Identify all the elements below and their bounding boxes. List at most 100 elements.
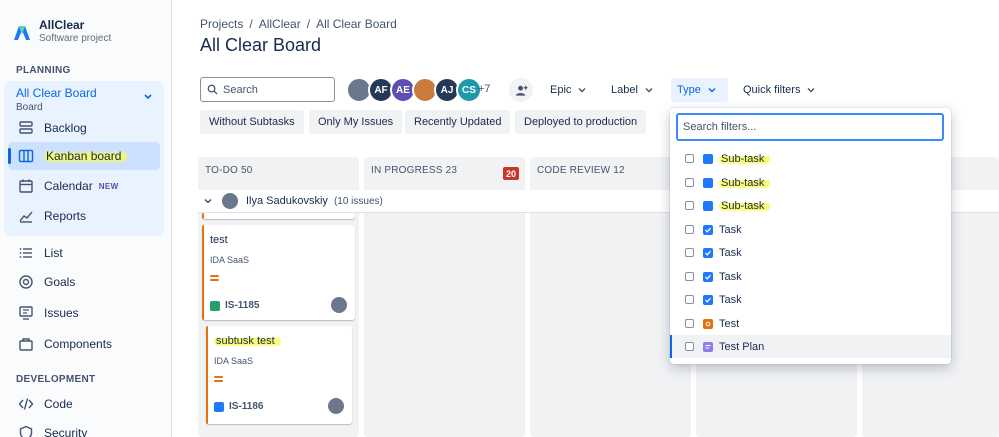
add-people-button[interactable]: [509, 78, 533, 102]
chevron-down-icon[interactable]: [143, 92, 153, 102]
checkbox[interactable]: [685, 178, 694, 187]
type-option-subtask[interactable]: Sub-task: [670, 147, 951, 170]
quick-filter-only-my-issues[interactable]: Only My Issues: [309, 110, 403, 134]
task-icon: [703, 247, 713, 258]
project-header[interactable]: AllClear Software project: [12, 18, 111, 44]
card-epic: IDA SaaS: [214, 356, 254, 366]
task-icon: [703, 271, 713, 282]
subtask-icon: [703, 153, 713, 164]
type-option-task[interactable]: Task: [670, 241, 951, 264]
issue-card[interactable]: test IDA SaaS IS-1185: [202, 225, 355, 320]
filter-search-input[interactable]: [676, 113, 944, 141]
search-icon: [207, 84, 218, 95]
sidebar-item-backlog[interactable]: Backlog: [8, 114, 160, 142]
project-name: AllClear: [39, 18, 85, 32]
chevron-down-icon: [645, 88, 653, 93]
type-filter-dropdown: Sub-task Sub-task Sub-task Task Task Tas…: [670, 108, 951, 364]
checkbox[interactable]: [685, 201, 694, 210]
epic-filter[interactable]: Epic: [544, 78, 592, 102]
sidebar-item-calendar[interactable]: Calendar NEW: [8, 172, 160, 200]
sidebar-item-label: List: [44, 246, 63, 260]
subtask-icon: [214, 401, 224, 412]
card-title: subtusk test: [214, 335, 281, 347]
sidebar-item-issues[interactable]: Issues: [8, 299, 160, 327]
type-option-subtask[interactable]: Sub-task: [670, 194, 951, 217]
sidebar-item-label: Components: [44, 337, 113, 351]
medium-priority-icon: [214, 376, 223, 384]
issues-icon: [19, 306, 33, 320]
card-priority-stripe: [202, 225, 204, 320]
active-indicator: [8, 148, 11, 164]
type-option-test[interactable]: Test: [670, 312, 951, 335]
test-icon: [703, 318, 713, 329]
more-avatars-count[interactable]: +7: [478, 83, 491, 95]
type-option-task[interactable]: Task: [670, 265, 951, 288]
sidebar-item-security[interactable]: Security: [8, 419, 160, 437]
board-selector[interactable]: All Clear Board Board: [16, 86, 97, 113]
shield-icon: [19, 425, 33, 437]
checkbox[interactable]: [685, 319, 694, 328]
subtask-icon: [703, 200, 713, 211]
checkbox[interactable]: [685, 342, 694, 351]
avatar: [222, 193, 238, 209]
quick-filter-recently-updated[interactable]: Recently Updated: [405, 110, 511, 134]
board-search[interactable]: [200, 77, 335, 102]
task-icon: [703, 294, 713, 305]
planning-section-label: PLANNING: [16, 65, 71, 76]
checkbox[interactable]: [685, 295, 694, 304]
chevron-down-icon[interactable]: [204, 197, 212, 205]
checkbox[interactable]: [685, 248, 694, 257]
sidebar-item-code[interactable]: Code: [8, 390, 160, 418]
type-filter[interactable]: Type: [671, 78, 728, 102]
checkbox[interactable]: [685, 225, 694, 234]
avatar[interactable]: [331, 297, 347, 313]
list-icon: [19, 248, 32, 258]
checkbox[interactable]: [685, 154, 694, 163]
card-epic: IDA SaaS: [210, 255, 250, 265]
chevron-down-icon: [807, 88, 815, 93]
goals-icon: [19, 275, 33, 289]
task-icon: [703, 224, 713, 235]
column-header-code-review: CODE REVIEW 12: [537, 165, 625, 176]
sidebar: AllClear Software project PLANNING All C…: [0, 0, 172, 437]
sidebar-item-reports[interactable]: Reports: [8, 202, 160, 230]
checkbox[interactable]: [685, 272, 694, 281]
wip-limit-badge: 20: [503, 167, 519, 180]
sidebar-item-label: Security: [44, 426, 88, 437]
label-filter[interactable]: Label: [605, 78, 659, 102]
breadcrumb-project[interactable]: AllClear: [259, 17, 301, 31]
sidebar-item-label: Issues: [44, 306, 79, 320]
sidebar-item-components[interactable]: Components: [8, 330, 160, 358]
quick-filters-dropdown[interactable]: Quick filters: [737, 78, 821, 102]
page-title: All Clear Board: [200, 35, 322, 55]
search-input[interactable]: [223, 83, 323, 96]
swimlane-count: (10 issues): [333, 195, 383, 207]
subtask-icon: [703, 177, 713, 188]
project-type: Software project: [39, 33, 112, 44]
card-partial[interactable]: [202, 213, 355, 219]
chevron-down-icon: [578, 88, 586, 93]
type-option-task[interactable]: Task: [670, 288, 951, 311]
medium-priority-icon: [210, 275, 219, 283]
breadcrumb-board[interactable]: All Clear Board: [316, 17, 397, 31]
sidebar-item-label: Goals: [44, 275, 76, 289]
type-option-subtask[interactable]: Sub-task: [670, 171, 951, 194]
sidebar-item-label: Calendar: [44, 179, 93, 193]
sidebar-item-label: Backlog: [44, 121, 87, 135]
card-priority-stripe: [202, 213, 204, 219]
board-selector-subtitle: Board: [16, 102, 43, 113]
issue-card[interactable]: subtusk test IDA SaaS IS-1186: [206, 326, 352, 424]
sidebar-item-goals[interactable]: Goals: [8, 268, 160, 296]
swimlane-name: Ilya Sadukovskiy: [246, 195, 328, 207]
quick-filter-without-subtasks[interactable]: Without Subtasks: [200, 110, 304, 134]
hover-indicator: [670, 335, 672, 358]
type-option-task[interactable]: Task: [670, 218, 951, 241]
quick-filter-deployed[interactable]: Deployed to production: [515, 110, 647, 134]
card-title: test: [210, 234, 228, 246]
type-option-test-plan[interactable]: Test Plan: [670, 335, 951, 358]
avatar[interactable]: [328, 398, 344, 414]
breadcrumb-projects[interactable]: Projects: [200, 17, 243, 31]
sidebar-item-list[interactable]: List: [8, 239, 160, 267]
story-icon: [210, 300, 220, 311]
sidebar-item-kanban-board[interactable]: Kanban board: [8, 142, 160, 170]
